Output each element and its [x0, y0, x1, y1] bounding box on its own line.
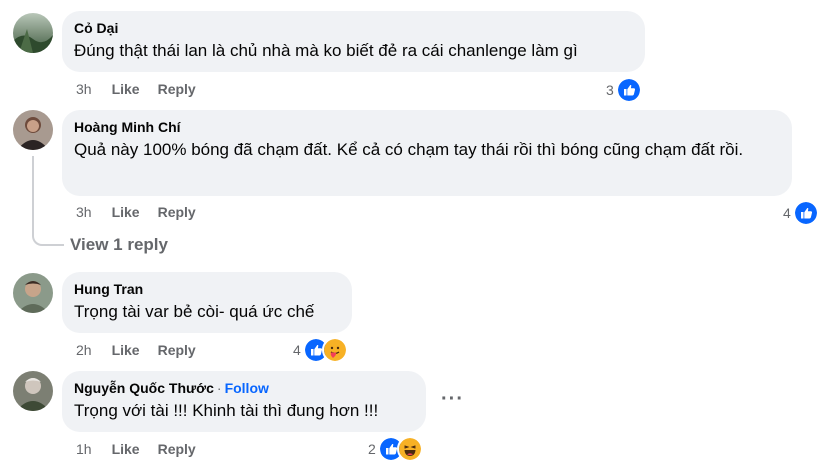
- reaction-count: 4: [783, 205, 791, 221]
- comment-author[interactable]: Hoàng Minh Chí: [74, 118, 780, 136]
- comment-time[interactable]: 3h: [76, 80, 92, 98]
- comment-time[interactable]: 2h: [76, 341, 92, 359]
- comment-time[interactable]: 3h: [76, 203, 92, 221]
- avatar[interactable]: [13, 110, 53, 150]
- comment-time[interactable]: 1h: [76, 440, 92, 458]
- like-button[interactable]: Like: [112, 203, 140, 221]
- comment-header: Nguyễn Quốc Thước · Follow: [74, 379, 414, 397]
- view-replies-link[interactable]: View 1 reply: [70, 235, 168, 255]
- comment-author[interactable]: Hung Tran: [74, 280, 340, 298]
- reaction-summary[interactable]: 2: [368, 436, 423, 462]
- like-icon: [792, 200, 819, 226]
- like-icon: [615, 77, 642, 103]
- like-button[interactable]: Like: [112, 440, 140, 458]
- comment-bubble: Hung Tran Trọng tài var bẻ còi- quá ức c…: [62, 272, 352, 333]
- separator: ·: [216, 380, 222, 396]
- comment-author[interactable]: Cỏ Dại: [74, 19, 633, 37]
- reply-button[interactable]: Reply: [158, 440, 196, 458]
- reaction-count: 3: [606, 82, 614, 98]
- comment-actions: 3h Like Reply: [76, 80, 196, 98]
- comment-text: Trọng tài var bẻ còi- quá ức chế: [74, 302, 315, 321]
- like-button[interactable]: Like: [112, 341, 140, 359]
- comment-actions: 1h Like Reply: [76, 440, 196, 458]
- comment-text: Đúng thật thái lan là chủ nhà mà ko biết…: [74, 41, 578, 60]
- comment-actions: 3h Like Reply: [76, 203, 196, 221]
- care-icon: [321, 337, 348, 363]
- reply-button[interactable]: Reply: [158, 341, 196, 359]
- reply-button[interactable]: Reply: [158, 203, 196, 221]
- avatar[interactable]: [13, 13, 53, 53]
- reaction-summary[interactable]: 4: [293, 337, 348, 363]
- avatar[interactable]: [13, 371, 53, 411]
- avatar[interactable]: [13, 273, 53, 313]
- reply-button[interactable]: Reply: [158, 80, 196, 98]
- comment-bubble: Hoàng Minh Chí Quả này 100% bóng đã chạm…: [62, 110, 792, 196]
- thread-connector: [32, 156, 64, 246]
- comment-text: Quả này 100% bóng đã chạm đất. Kể cả có …: [74, 140, 744, 159]
- comment-bubble: Nguyễn Quốc Thước · Follow Trọng với tài !…: [62, 371, 426, 432]
- follow-button[interactable]: Follow: [225, 380, 269, 396]
- comment-author[interactable]: Nguyễn Quốc Thước: [74, 380, 214, 396]
- comment-actions: 2h Like Reply: [76, 341, 196, 359]
- reaction-summary[interactable]: 4: [783, 200, 819, 226]
- more-options-button[interactable]: ···: [441, 388, 464, 411]
- reaction-count: 2: [368, 441, 376, 457]
- reaction-summary[interactable]: 3: [606, 77, 642, 103]
- comment-text: Trọng với tài !!! Khinh tài thì đung hơn…: [74, 401, 379, 420]
- like-button[interactable]: Like: [112, 80, 140, 98]
- reaction-count: 4: [293, 342, 301, 358]
- comment-bubble: Cỏ Dại Đúng thật thái lan là chủ nhà mà …: [62, 11, 645, 72]
- haha-icon: [396, 436, 423, 462]
